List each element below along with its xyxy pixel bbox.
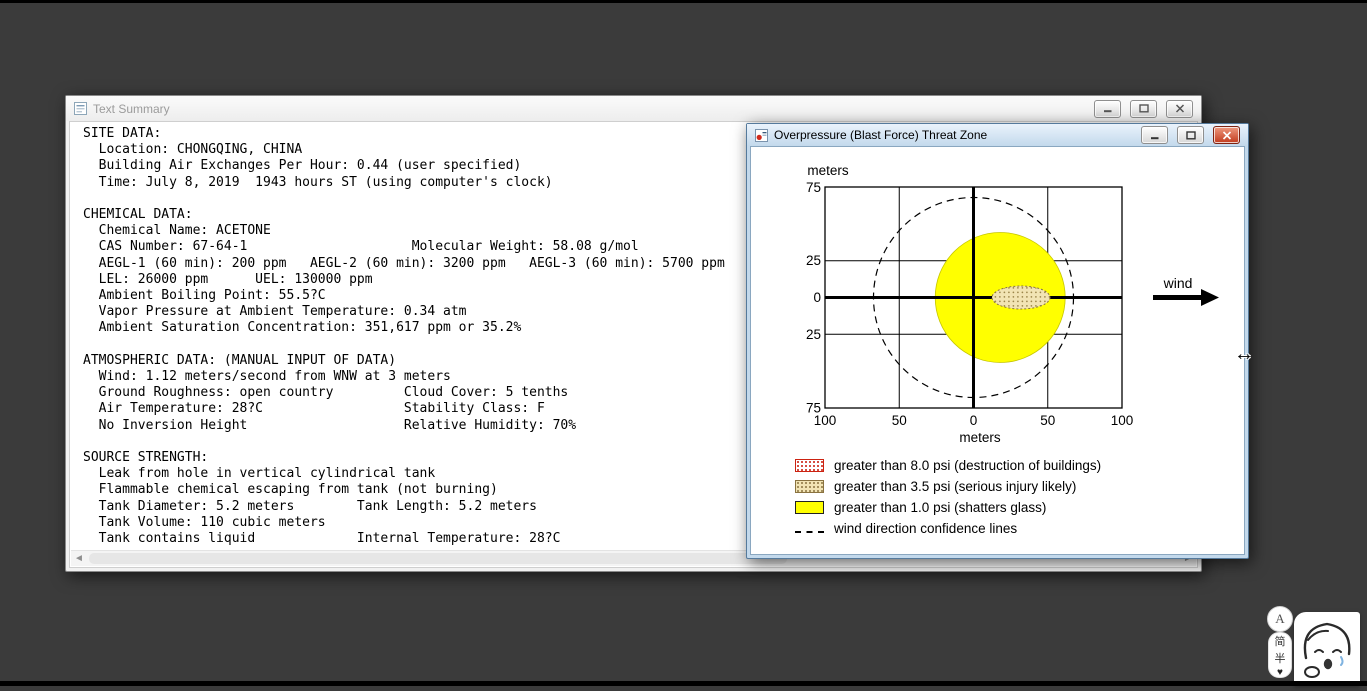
legend-label-windlines: wind direction confidence lines bbox=[834, 521, 1018, 536]
threat-zone-chart: meters 75 25 0 25 75 100 50 0 50 100 met… bbox=[806, 163, 1219, 445]
window-title: Text Summary bbox=[93, 101, 170, 116]
scrollbar-thumb[interactable] bbox=[89, 553, 787, 564]
resize-cursor-pointer: ↔ bbox=[1234, 343, 1254, 365]
widget-tab-item[interactable]: 简 bbox=[1275, 633, 1286, 649]
legend-item-1psi: greater than 1.0 psi (shatters glass) bbox=[795, 500, 1101, 515]
x-tick-50-right: 50 bbox=[1040, 413, 1055, 428]
minimize-button[interactable] bbox=[1141, 126, 1168, 144]
desktop-widget[interactable]: A 简 半 ♥ bbox=[1265, 604, 1367, 686]
x-tick-50-left: 50 bbox=[892, 413, 907, 428]
x-tick-100-right: 100 bbox=[1111, 413, 1134, 428]
zone-35psi-region bbox=[991, 285, 1051, 310]
close-button[interactable] bbox=[1166, 99, 1193, 118]
maximize-icon bbox=[1185, 130, 1196, 140]
x-axis-title: meters bbox=[959, 430, 1001, 445]
maximize-button[interactable] bbox=[1130, 99, 1157, 118]
y-tick-25-top: 25 bbox=[806, 253, 821, 268]
text-summary-titlebar[interactable]: Text Summary bbox=[66, 96, 1201, 121]
wind-arrow bbox=[1153, 289, 1219, 306]
widget-card[interactable] bbox=[1294, 612, 1360, 686]
close-icon bbox=[1222, 130, 1231, 140]
widget-tab-item[interactable]: 半 bbox=[1275, 650, 1286, 666]
legend-label-35psi: greater than 3.5 psi (serious injury lik… bbox=[834, 479, 1077, 494]
minimize-icon bbox=[1150, 136, 1158, 139]
threat-zone-content: meters 75 25 0 25 75 100 50 0 50 100 met… bbox=[750, 146, 1245, 555]
site-data-text: SITE DATA: Location: CHONGQING, CHINA Bu… bbox=[83, 126, 725, 547]
threat-zone-window-icon bbox=[755, 128, 768, 142]
minimize-button[interactable] bbox=[1094, 99, 1121, 118]
y-tick-25-bottom: 25 bbox=[806, 327, 821, 342]
legend-swatch-8psi bbox=[795, 459, 824, 472]
legend-label-1psi: greater than 1.0 psi (shatters glass) bbox=[834, 500, 1047, 515]
legend-item-35psi: greater than 3.5 psi (serious injury lik… bbox=[795, 479, 1101, 494]
close-button[interactable] bbox=[1213, 126, 1240, 144]
threat-zone-legend: greater than 8.0 psi (destruction of bui… bbox=[795, 458, 1101, 536]
legend-swatch-windlines bbox=[795, 530, 824, 533]
maximize-button[interactable] bbox=[1177, 126, 1204, 144]
legend-item-8psi: greater than 8.0 psi (destruction of bui… bbox=[795, 458, 1101, 473]
overpressure-window: Overpressure (Blast Force) Threat Zone m… bbox=[746, 123, 1249, 559]
scroll-left-button[interactable]: ◄ bbox=[71, 551, 87, 566]
overpressure-titlebar[interactable]: Overpressure (Blast Force) Threat Zone bbox=[747, 124, 1248, 146]
legend-swatch-35psi bbox=[795, 480, 824, 493]
letterbox-top bbox=[0, 0, 1367, 3]
document-icon bbox=[74, 102, 87, 115]
y-tick-0: 0 bbox=[813, 290, 821, 305]
x-tick-100-left: 100 bbox=[814, 413, 837, 428]
x-tick-0: 0 bbox=[970, 413, 978, 428]
letterbox-bottom bbox=[0, 681, 1367, 686]
wind-label: wind bbox=[1163, 275, 1193, 291]
maximize-icon bbox=[1138, 104, 1149, 113]
legend-swatch-1psi bbox=[795, 501, 824, 514]
y-tick-75-top: 75 bbox=[806, 180, 821, 195]
window-title: Overpressure (Blast Force) Threat Zone bbox=[774, 128, 988, 142]
widget-tab[interactable]: 简 半 ♥ bbox=[1268, 632, 1292, 678]
y-axis-title: meters bbox=[807, 163, 849, 178]
legend-item-windlines: wind direction confidence lines bbox=[795, 521, 1101, 536]
minimize-icon bbox=[1103, 110, 1111, 113]
widget-badge-a[interactable]: A bbox=[1267, 606, 1293, 632]
cartoon-face-icon bbox=[1303, 622, 1351, 678]
heart-icon[interactable]: ♥ bbox=[1277, 667, 1283, 678]
legend-label-8psi: greater than 8.0 psi (destruction of bui… bbox=[834, 458, 1102, 473]
close-icon bbox=[1175, 104, 1184, 113]
